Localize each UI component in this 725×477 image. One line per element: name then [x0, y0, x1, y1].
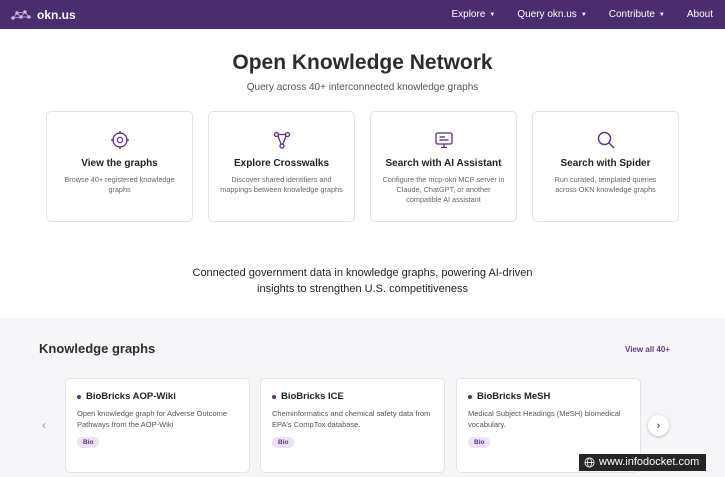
kg-name: BioBricks ICE	[281, 391, 344, 402]
brand-logo[interactable]: okn.us	[11, 8, 76, 22]
chevron-down-icon: ▼	[580, 11, 587, 18]
card-title: Search with AI Assistant	[385, 158, 502, 169]
globe-icon	[584, 457, 595, 467]
category-badge: Bio	[272, 437, 295, 448]
tagline: Connected government data in knowledge g…	[0, 265, 725, 297]
kg-name: BioBricks AOP-Wiki	[86, 391, 176, 402]
action-cards: View the graphs Browse 40+ registered kn…	[0, 111, 725, 222]
kg-card-title: BioBricks AOP-Wiki	[77, 391, 238, 402]
brand-name: okn.us	[37, 7, 76, 22]
page-subtitle: Query across 40+ interconnected knowledg…	[246, 82, 479, 93]
card-title: Search with Spider	[560, 158, 651, 169]
network-logo-icon	[11, 9, 31, 20]
top-navbar: okn.us Explore ▼ Query okn.us ▼ Contribu…	[0, 0, 725, 29]
category-badge: Bio	[468, 437, 491, 448]
kg-card-ice[interactable]: BioBricks ICE Cheminformatics and chemic…	[260, 378, 445, 473]
hero-section: Open Knowledge Network Query across 40+ …	[0, 51, 725, 93]
target-icon	[110, 131, 129, 149]
chevron-down-icon: ▼	[489, 11, 496, 18]
nav-menu: Explore ▼ Query okn.us ▼ Contribute ▼ Ab…	[451, 9, 713, 20]
kg-card-title: BioBricks MeSH	[468, 391, 629, 402]
card-explore-crosswalks[interactable]: Explore Crosswalks Discover shared ident…	[208, 111, 355, 222]
view-all-link[interactable]: View all 40+	[625, 345, 670, 354]
card-description: Discover shared identifiers and mappings…	[220, 175, 343, 194]
nav-about[interactable]: About	[687, 9, 713, 20]
kg-name: BioBricks MeSH	[477, 391, 551, 402]
nav-explore-label: Explore	[451, 9, 486, 20]
carousel-prev-button[interactable]: ‹	[42, 418, 46, 432]
crosswalk-icon	[273, 131, 290, 149]
watermark-text: www.infodocket.com	[599, 456, 700, 468]
bullet-dot-icon	[77, 394, 81, 399]
nav-query[interactable]: Query okn.us ▼	[517, 9, 586, 20]
kg-description: Medical Subject Headings (MeSH) biomedic…	[468, 409, 621, 429]
nav-contribute-label: Contribute	[608, 9, 655, 20]
carousel-next-button[interactable]: ›	[648, 415, 669, 436]
bullet-dot-icon	[468, 394, 472, 399]
watermark: www.infodocket.com	[579, 454, 707, 471]
nav-explore[interactable]: Explore ▼	[451, 9, 495, 20]
page-title: Open Knowledge Network	[232, 51, 493, 74]
nav-about-label: About	[686, 9, 713, 20]
bullet-dot-icon	[272, 394, 276, 399]
chevron-down-icon: ▼	[658, 11, 665, 18]
ai-assistant-icon	[434, 132, 453, 149]
card-description: Browse 40+ registered knowledge graphs	[64, 175, 175, 194]
kg-description: Cheminformatics and chemical safety data…	[272, 409, 431, 429]
card-description: Run curated, templated queries across OK…	[554, 175, 657, 194]
card-description: Configure the mcp-okn MCP server in Clau…	[382, 175, 505, 204]
section-title: Knowledge graphs	[39, 341, 156, 356]
card-ai-assistant[interactable]: Search with AI Assistant Configure the m…	[370, 111, 517, 222]
kg-description: Open knowledge graph for Adverse Outcome…	[77, 409, 228, 429]
card-search-spider[interactable]: Search with Spider Run curated, template…	[532, 111, 679, 222]
card-title: View the graphs	[81, 158, 158, 169]
search-icon	[597, 131, 614, 149]
card-title: Explore Crosswalks	[233, 158, 330, 169]
tagline-line-1: Connected government data in knowledge g…	[192, 267, 533, 279]
nav-query-label: Query okn.us	[517, 9, 577, 20]
category-badge: Bio	[77, 437, 100, 448]
card-view-graphs[interactable]: View the graphs Browse 40+ registered kn…	[46, 111, 193, 222]
kg-card-aop-wiki[interactable]: BioBricks AOP-Wiki Open knowledge graph …	[65, 378, 250, 473]
tagline-line-2: insights to strengthen U.S. competitiven…	[257, 283, 468, 295]
nav-contribute[interactable]: Contribute ▼	[609, 9, 665, 20]
kg-card-title: BioBricks ICE	[272, 391, 433, 402]
